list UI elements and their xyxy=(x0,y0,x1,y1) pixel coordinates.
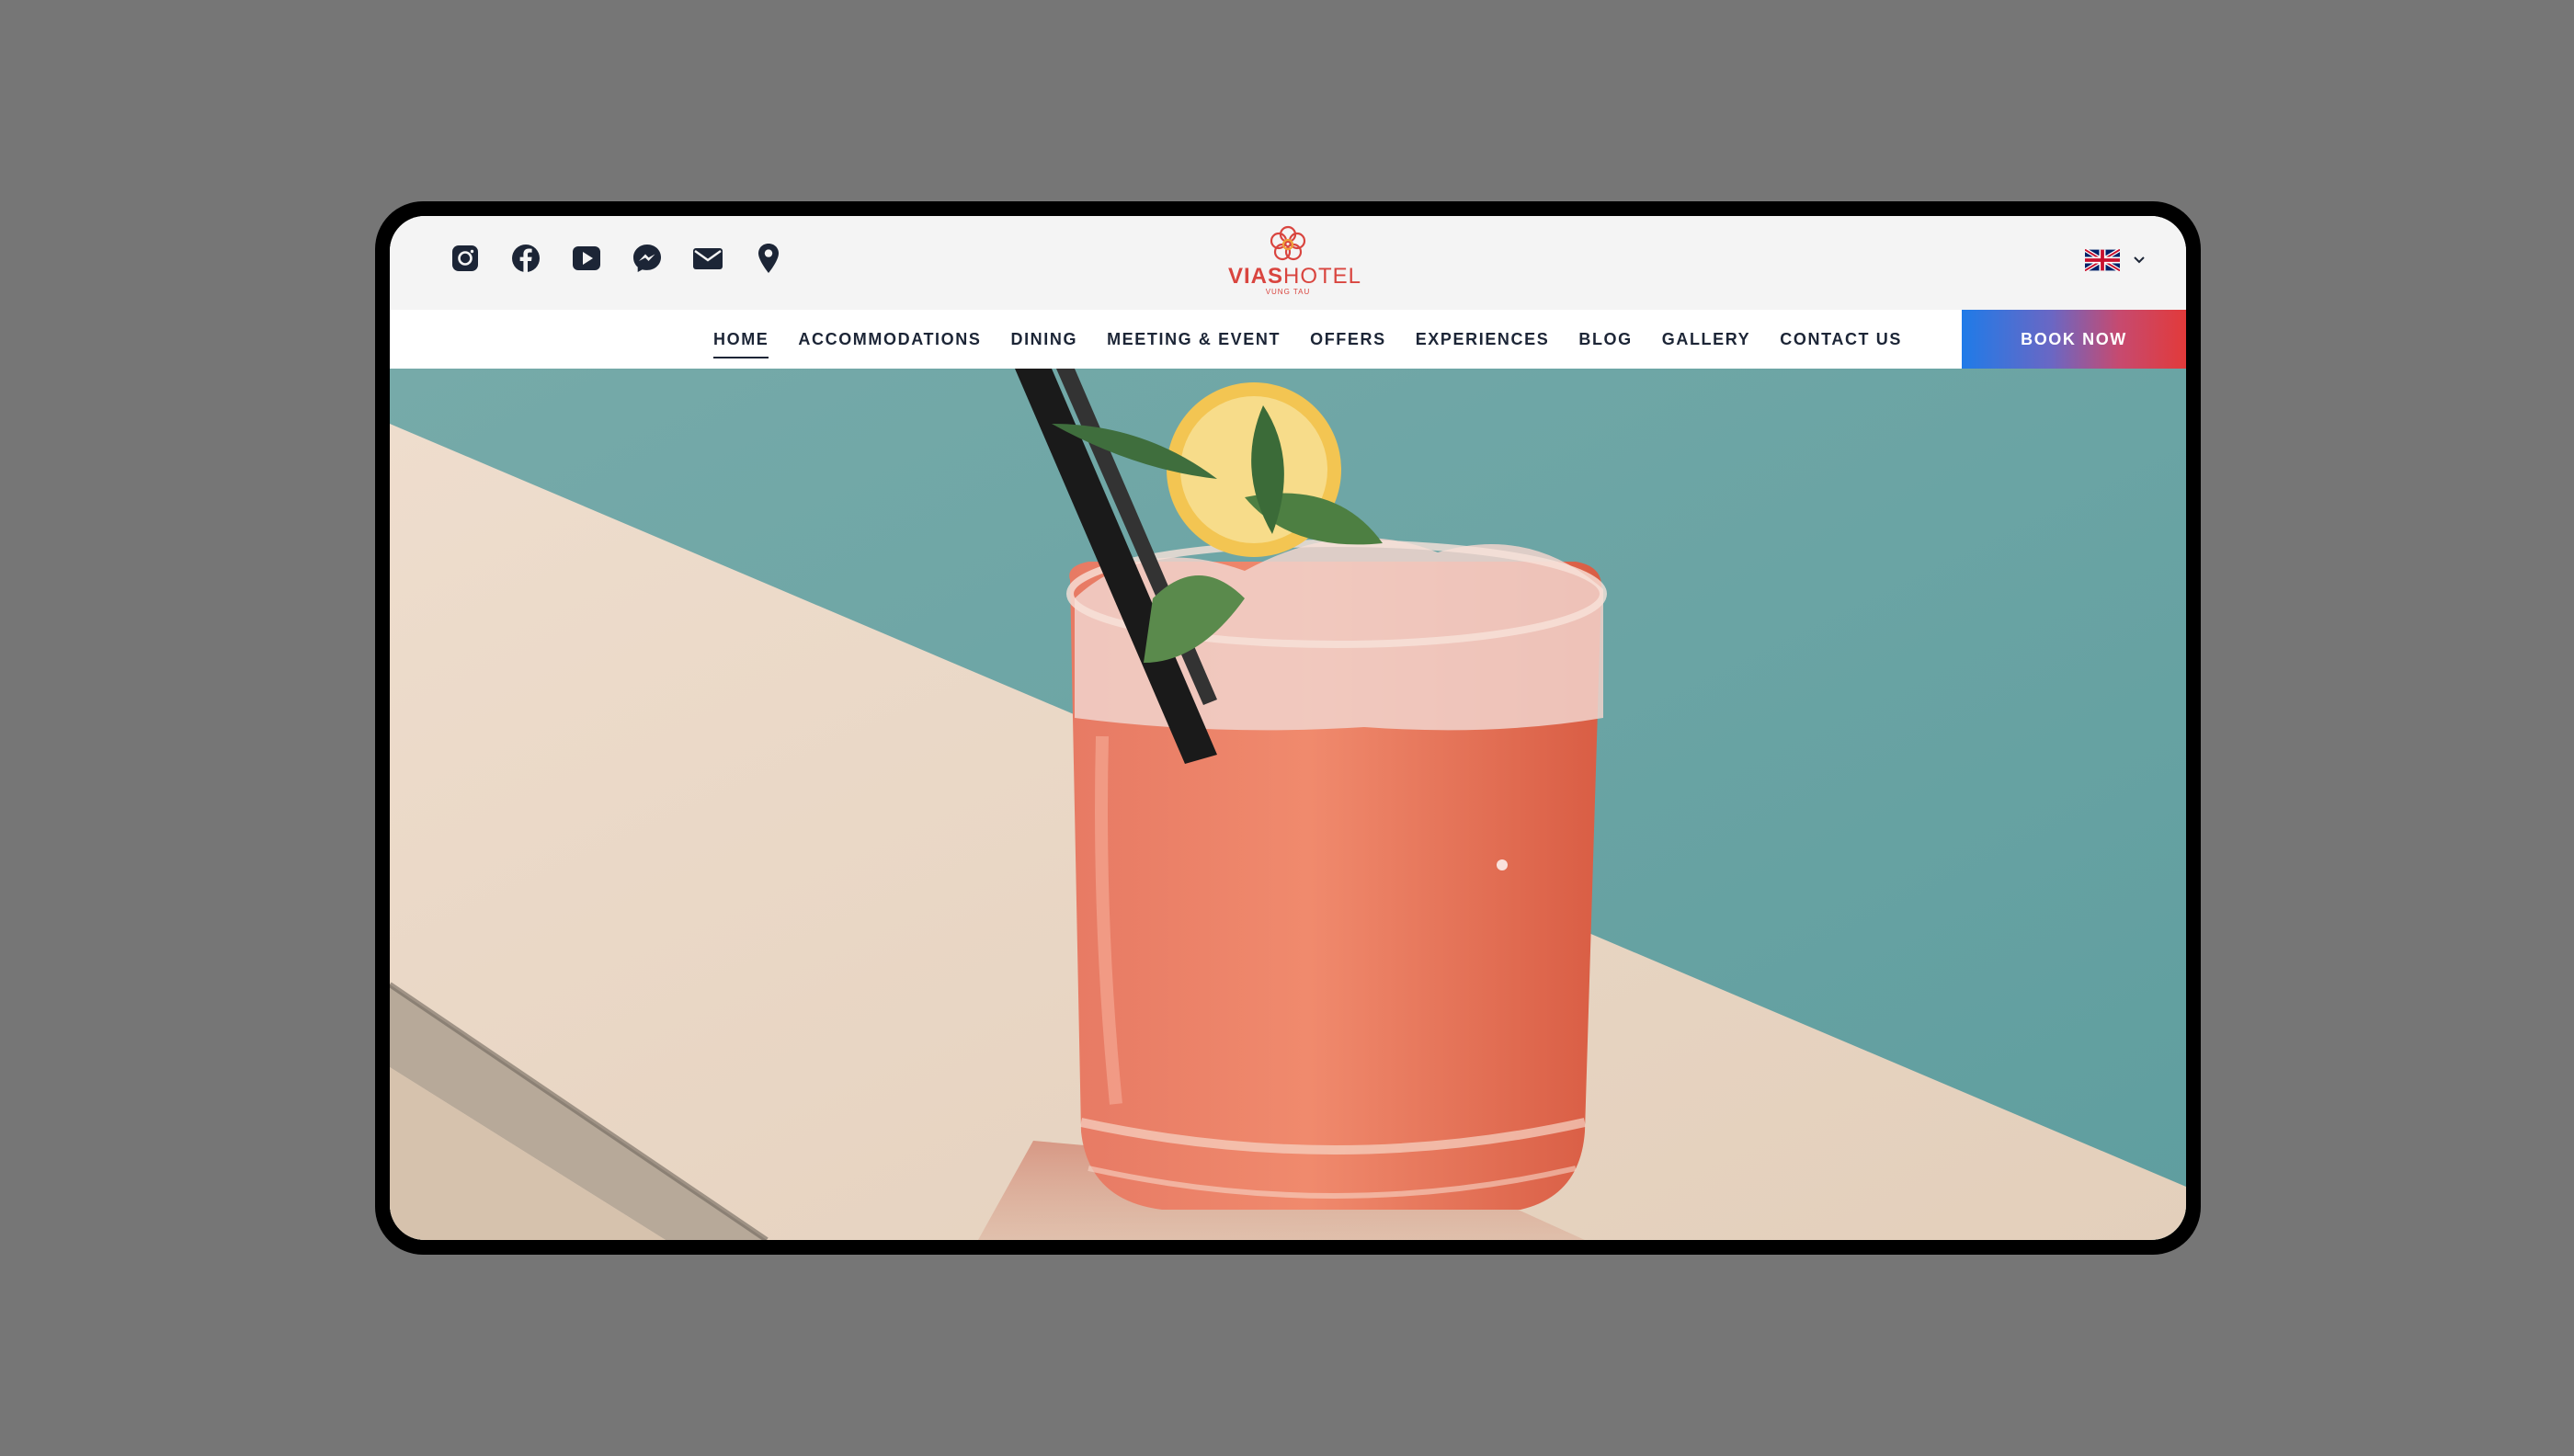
social-links xyxy=(449,242,785,275)
nav-item-offers[interactable]: OFFERS xyxy=(1310,324,1386,355)
youtube-icon[interactable] xyxy=(570,242,603,275)
language-selector[interactable] xyxy=(2085,249,2146,271)
nav-item-contact-us[interactable]: CONTACT US xyxy=(1780,324,1902,355)
nav-item-experiences[interactable]: EXPERIENCES xyxy=(1416,324,1550,355)
email-icon[interactable] xyxy=(691,242,724,275)
browser-screen: VIASHOTEL VUNG TAU HOME ACCOMMODATIONS D… xyxy=(390,216,2186,1240)
messenger-icon[interactable] xyxy=(631,242,664,275)
book-now-button[interactable]: BOOK NOW xyxy=(1962,310,2186,369)
location-pin-icon[interactable] xyxy=(752,242,785,275)
logo-name-bold: VIAS xyxy=(1228,264,1284,289)
nav-item-meeting-event[interactable]: MEETING & EVENT xyxy=(1107,324,1281,355)
device-frame: VIASHOTEL VUNG TAU HOME ACCOMMODATIONS D… xyxy=(375,201,2201,1255)
chevron-down-icon xyxy=(2134,256,2145,264)
logo-wordmark: VIASHOTEL xyxy=(1228,264,1361,289)
facebook-icon[interactable] xyxy=(509,242,542,275)
hotel-logo[interactable]: VIASHOTEL VUNG TAU xyxy=(1228,225,1361,302)
nav-item-home[interactable]: HOME xyxy=(713,324,769,358)
nav-item-blog[interactable]: BLOG xyxy=(1578,324,1632,355)
nav-item-dining[interactable]: DINING xyxy=(1010,324,1077,355)
nav-item-gallery[interactable]: GALLERY xyxy=(1662,324,1751,355)
nav-menu: HOME ACCOMMODATIONS DINING MEETING & EVE… xyxy=(713,310,1931,369)
main-navigation: HOME ACCOMMODATIONS DINING MEETING & EVE… xyxy=(390,310,2186,369)
top-bar: VIASHOTEL VUNG TAU xyxy=(390,216,2186,310)
flower-logo-icon xyxy=(1270,225,1306,261)
uk-flag-icon xyxy=(2085,249,2120,271)
hero-image xyxy=(390,369,2186,1240)
cocktail-photo xyxy=(390,369,2186,1240)
logo-name-light: HOTEL xyxy=(1283,264,1362,289)
logo-subtitle: VUNG TAU xyxy=(1265,288,1311,296)
nav-item-accommodations[interactable]: ACCOMMODATIONS xyxy=(798,324,981,355)
instagram-icon[interactable] xyxy=(449,242,482,275)
